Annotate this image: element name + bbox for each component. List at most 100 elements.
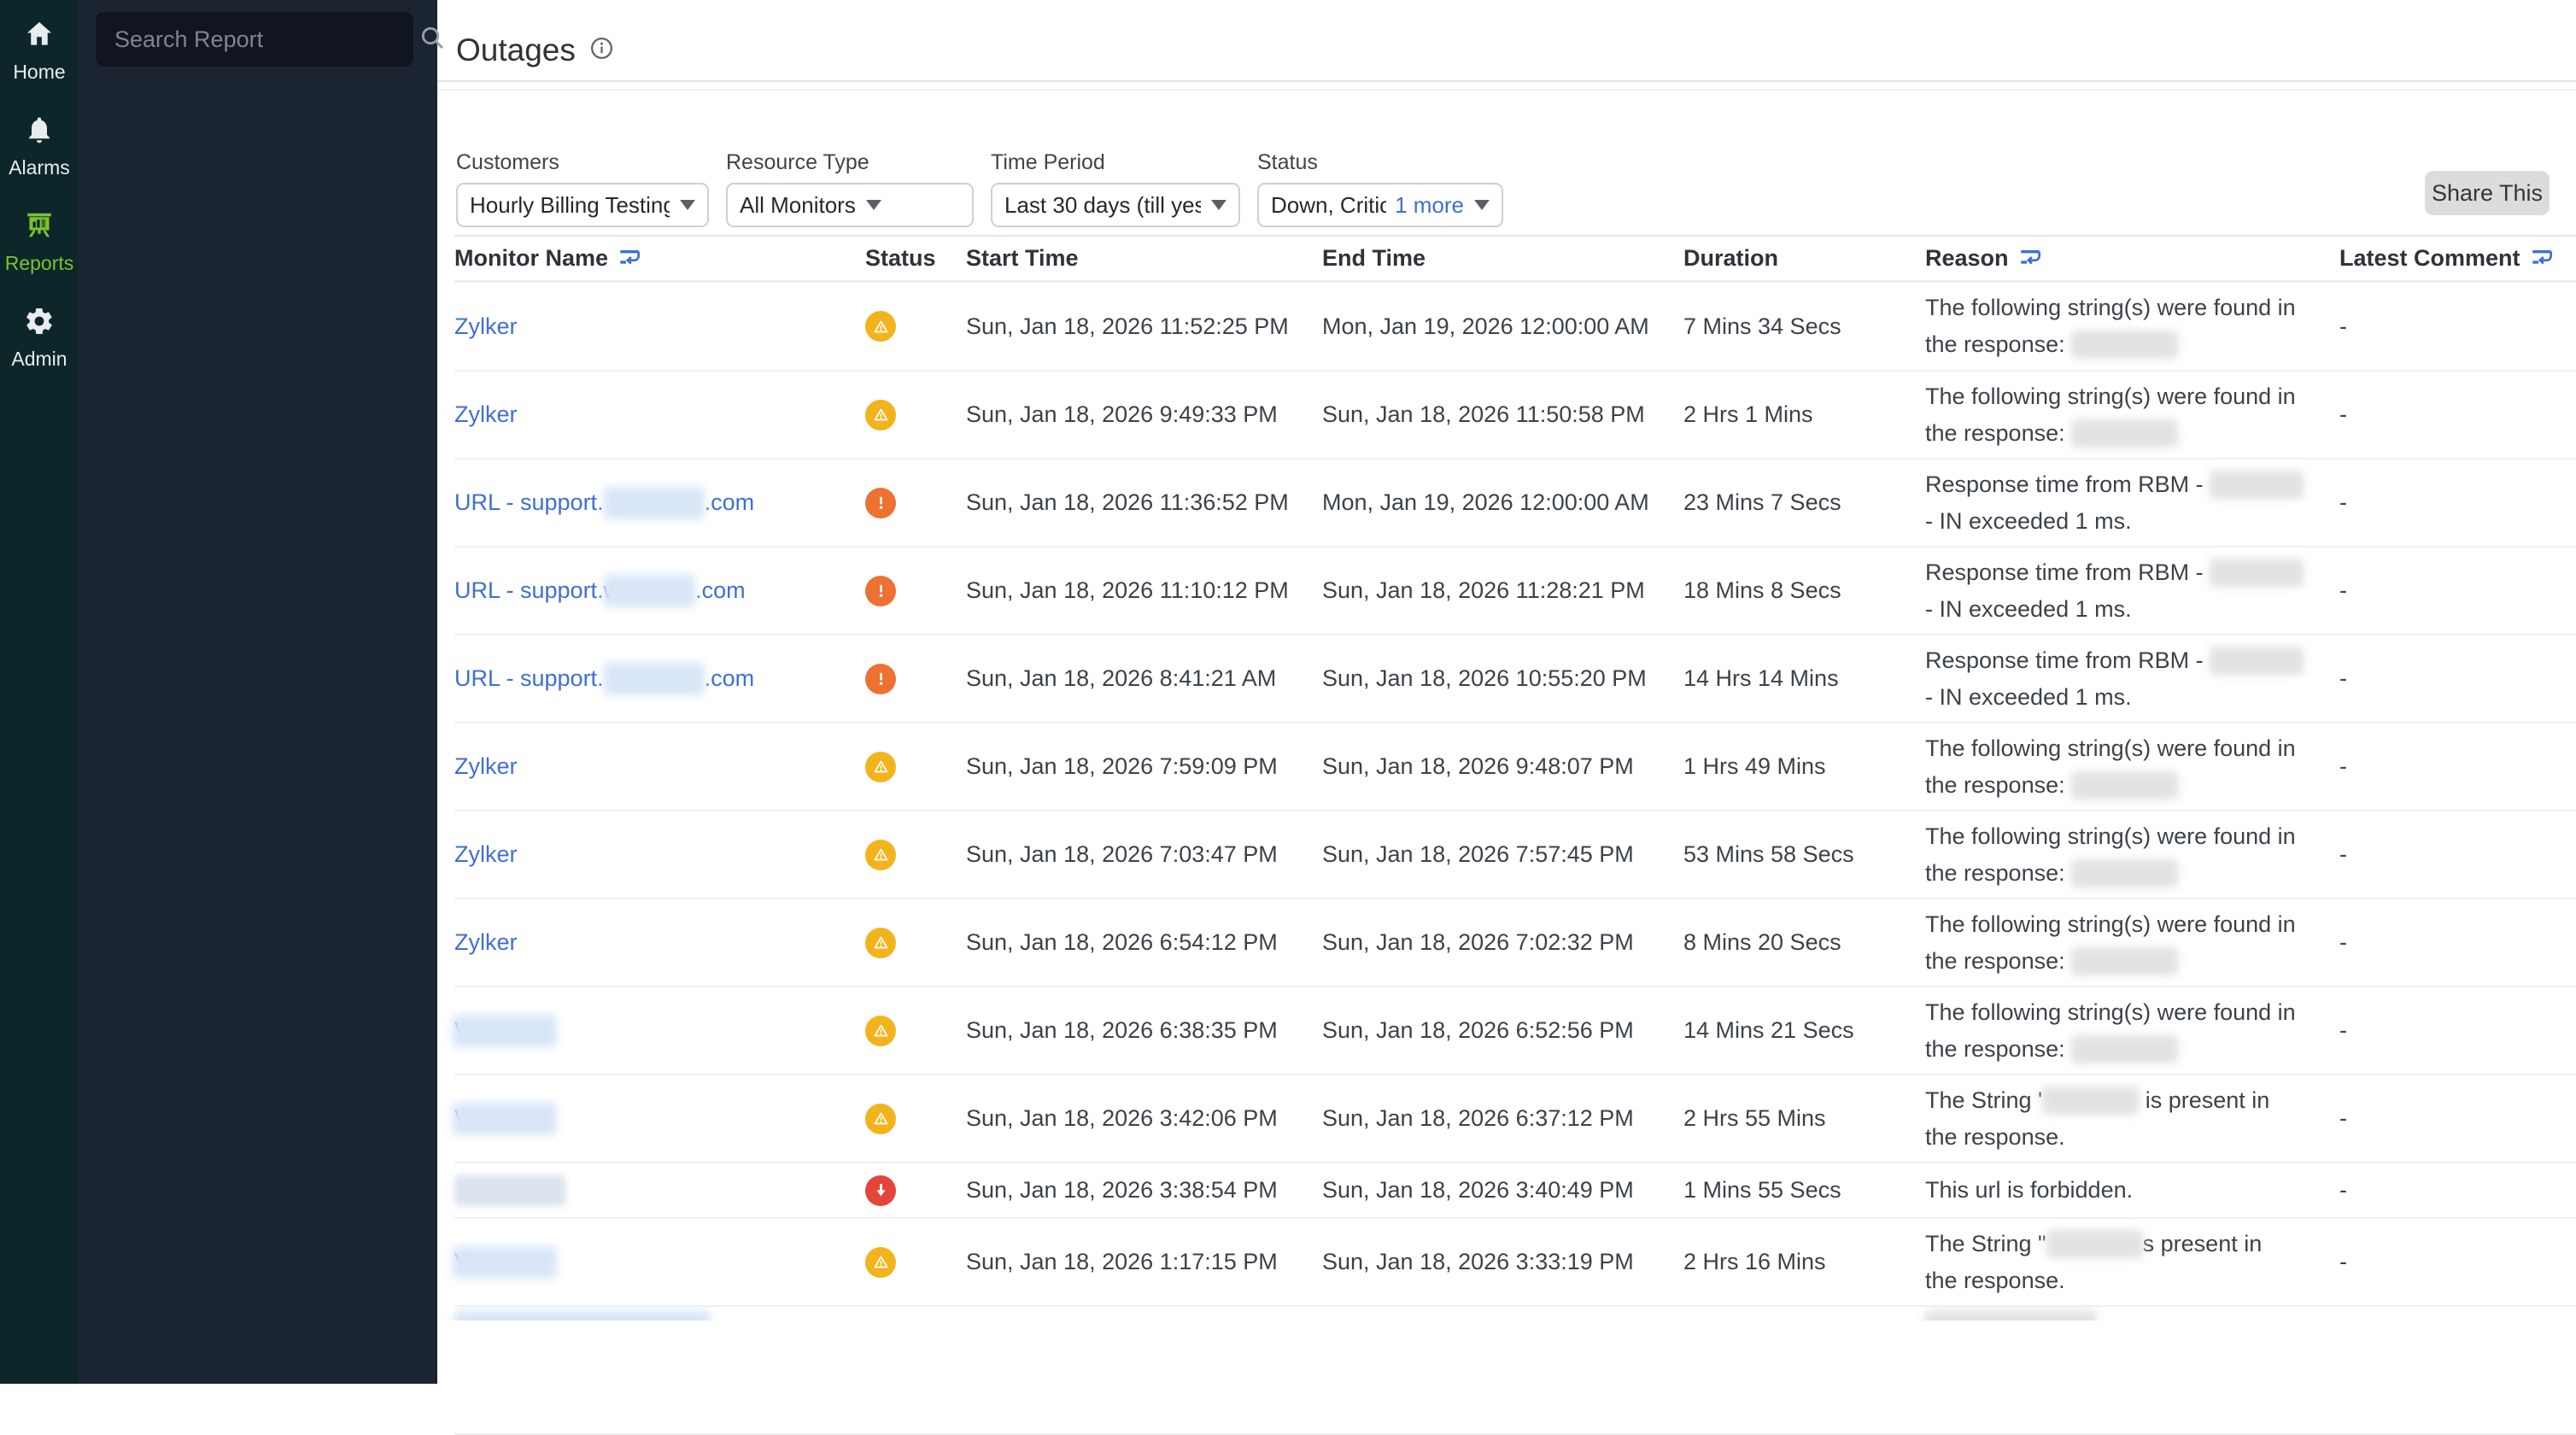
end-time: Sun, Jan 18, 2026 7:02:32 PM xyxy=(1322,929,1683,956)
duration: 23 Mins 7 Secs xyxy=(1683,489,1925,516)
reason-text: the response: xyxy=(1925,326,2071,363)
status-cell xyxy=(865,400,966,430)
monitor-link[interactable]: Zylker xyxy=(454,929,518,956)
status-cell xyxy=(865,1104,966,1134)
reason-text: the response: xyxy=(1925,855,2071,892)
header-divider-2 xyxy=(437,89,2576,91)
sidebar-item-alarms[interactable]: Alarms xyxy=(9,114,70,179)
reason-line: The String "s present in xyxy=(1925,1226,2339,1262)
end-time: Sun, Jan 18, 2026 3:40:49 PM xyxy=(1322,1177,1683,1204)
reason-text: Response time from RBM - xyxy=(1925,554,2210,591)
duration: 1 Hrs 49 Mins xyxy=(1683,753,1925,780)
chevron-down-icon xyxy=(1211,200,1227,210)
column-header-end-time: End Time xyxy=(1322,245,1683,272)
column-filter-icon[interactable] xyxy=(618,249,641,268)
search-box[interactable] xyxy=(96,12,413,67)
table-row: VSun, Jan 18, 2026 6:38:35 PMSun, Jan 18… xyxy=(454,987,2576,1075)
redacted-text xyxy=(2210,647,2304,675)
filter-dropdown-customers[interactable]: Hourly Billing Testing xyxy=(456,183,709,227)
reason-cell: The String ' is present inthe response. xyxy=(1925,1082,2339,1156)
reason-line: The following string(s) were found in xyxy=(1925,378,2339,415)
monitor-link[interactable]: Zylker xyxy=(454,313,518,340)
status-critical-exclamation-icon xyxy=(865,664,896,694)
chevron-down-icon xyxy=(1474,200,1490,210)
monitor-link[interactable]: .com xyxy=(705,665,755,692)
filter-label: Status xyxy=(1257,150,1503,175)
reason-cell: Response time from RBM - - IN exceeded 1… xyxy=(1925,554,2339,628)
reason-cell: Response time from RBM - - IN exceeded 1… xyxy=(1925,642,2339,716)
reason-line: Response time from RBM - xyxy=(1925,466,2339,503)
reason-cell: The following string(s) were found inthe… xyxy=(1925,818,2339,892)
monitor-link[interactable]: .com xyxy=(705,489,755,516)
monitor-name-cell: Zylker xyxy=(454,929,865,956)
status-trouble-warning-triangle-icon xyxy=(865,1247,896,1278)
info-icon[interactable] xyxy=(589,32,614,68)
duration: 14 Mins 21 Secs xyxy=(1683,1017,1925,1044)
filter-dropdown-status[interactable]: Down, Critic...1 more xyxy=(1257,183,1503,227)
sidebar-item-reports[interactable]: Reports xyxy=(5,210,74,275)
page-title-text: Outages xyxy=(456,32,576,68)
latest-comment: - xyxy=(2339,929,2576,956)
monitor-name-cell: Zylker xyxy=(454,313,865,340)
monitor-link[interactable]: URL - support. xyxy=(454,665,604,692)
end-time: Sun, Jan 18, 2026 10:55:20 PM xyxy=(1322,665,1683,692)
filter-more-link[interactable]: 1 more xyxy=(1395,192,1464,219)
search-input[interactable] xyxy=(113,26,419,54)
filter-dropdown-time-period[interactable]: Last 30 days (till yesterday) xyxy=(991,183,1240,227)
redacted-text xyxy=(454,1175,565,1206)
reason-line: The String ' is present in xyxy=(1925,1082,2339,1119)
reason-cell: The following string(s) were found inthe… xyxy=(1925,378,2339,452)
filter-value: Last 30 days (till yesterday) xyxy=(1004,192,1201,219)
column-header-label: Duration xyxy=(1683,245,1778,272)
monitor-link[interactable]: URL - support.w xyxy=(454,577,620,604)
column-filter-icon[interactable] xyxy=(2019,249,2042,268)
column-header-monitor-name: Monitor Name xyxy=(454,245,865,272)
table-row: VSun, Jan 18, 2026 1:17:15 PMSun, Jan 18… xyxy=(454,1219,2576,1307)
sidebar-item-admin[interactable]: Admin xyxy=(11,306,67,371)
filter-label: Customers xyxy=(456,150,709,175)
redacted-text xyxy=(604,663,705,695)
redacted-text xyxy=(2071,771,2178,800)
redacted-text xyxy=(604,487,705,519)
monitor-link[interactable]: Zylker xyxy=(454,753,518,780)
status-critical-exclamation-icon xyxy=(865,576,896,606)
table-row: ZylkerSun, Jan 18, 2026 11:52:25 PMMon, … xyxy=(454,283,2576,372)
gear-icon xyxy=(24,306,55,341)
filter-status: Status Down, Critic...1 more xyxy=(1257,150,1503,227)
monitor-link[interactable]: .com xyxy=(695,577,746,604)
end-time: Sun, Jan 18, 2026 6:52:56 PM xyxy=(1322,1017,1683,1044)
duration: 18 Mins 8 Secs xyxy=(1683,577,1925,604)
start-time: Sun, Jan 18, 2026 11:10:12 PM xyxy=(966,577,1322,604)
table-row: Sun, Jan 18, 2026 3:38:54 PMSun, Jan 18,… xyxy=(454,1163,2576,1219)
redacted-text xyxy=(2042,1086,2139,1115)
start-time: Sun, Jan 18, 2026 1:17:15 PM xyxy=(966,1249,1322,1275)
monitor-link[interactable]: Zylker xyxy=(454,841,518,868)
column-filter-icon[interactable] xyxy=(2531,249,2554,268)
start-time xyxy=(966,1307,1322,1310)
monitor-link[interactable]: URL - support. xyxy=(454,489,604,516)
end-time: Mon, Jan 19, 2026 12:00:00 AM xyxy=(1322,489,1683,516)
filter-dropdown-resource-type[interactable]: All Monitors xyxy=(726,183,974,227)
duration: 2 Hrs 55 Mins xyxy=(1683,1105,1925,1132)
filter-value: Hourly Billing Testing xyxy=(470,192,670,219)
start-time: Sun, Jan 18, 2026 9:49:33 PM xyxy=(966,401,1322,428)
share-this-button[interactable]: Share This xyxy=(2425,171,2550,215)
reason-line: the response: xyxy=(1925,1031,2339,1068)
monitor-link[interactable]: Zylker xyxy=(454,401,518,428)
status-cell xyxy=(865,1307,966,1310)
redacted-text xyxy=(2046,1230,2143,1258)
filter-time-period: Time PeriodLast 30 days (till yesterday) xyxy=(991,150,1240,227)
sidebar-item-home[interactable]: Home xyxy=(13,19,65,84)
header-divider xyxy=(437,80,2576,82)
start-time: Sun, Jan 18, 2026 7:59:09 PM xyxy=(966,753,1322,780)
status-trouble-warning-triangle-icon xyxy=(865,752,896,782)
duration: 14 Hrs 14 Mins xyxy=(1683,665,1925,692)
search-icon[interactable] xyxy=(419,24,446,56)
redacted-text xyxy=(2071,331,2178,359)
report-board-icon xyxy=(24,210,55,245)
status-cell xyxy=(865,576,966,606)
status-critical-exclamation-icon xyxy=(865,488,896,518)
reason-text: the response: xyxy=(1925,767,2071,804)
end-time xyxy=(1322,1307,1683,1310)
latest-comment: - xyxy=(2339,1249,2576,1275)
